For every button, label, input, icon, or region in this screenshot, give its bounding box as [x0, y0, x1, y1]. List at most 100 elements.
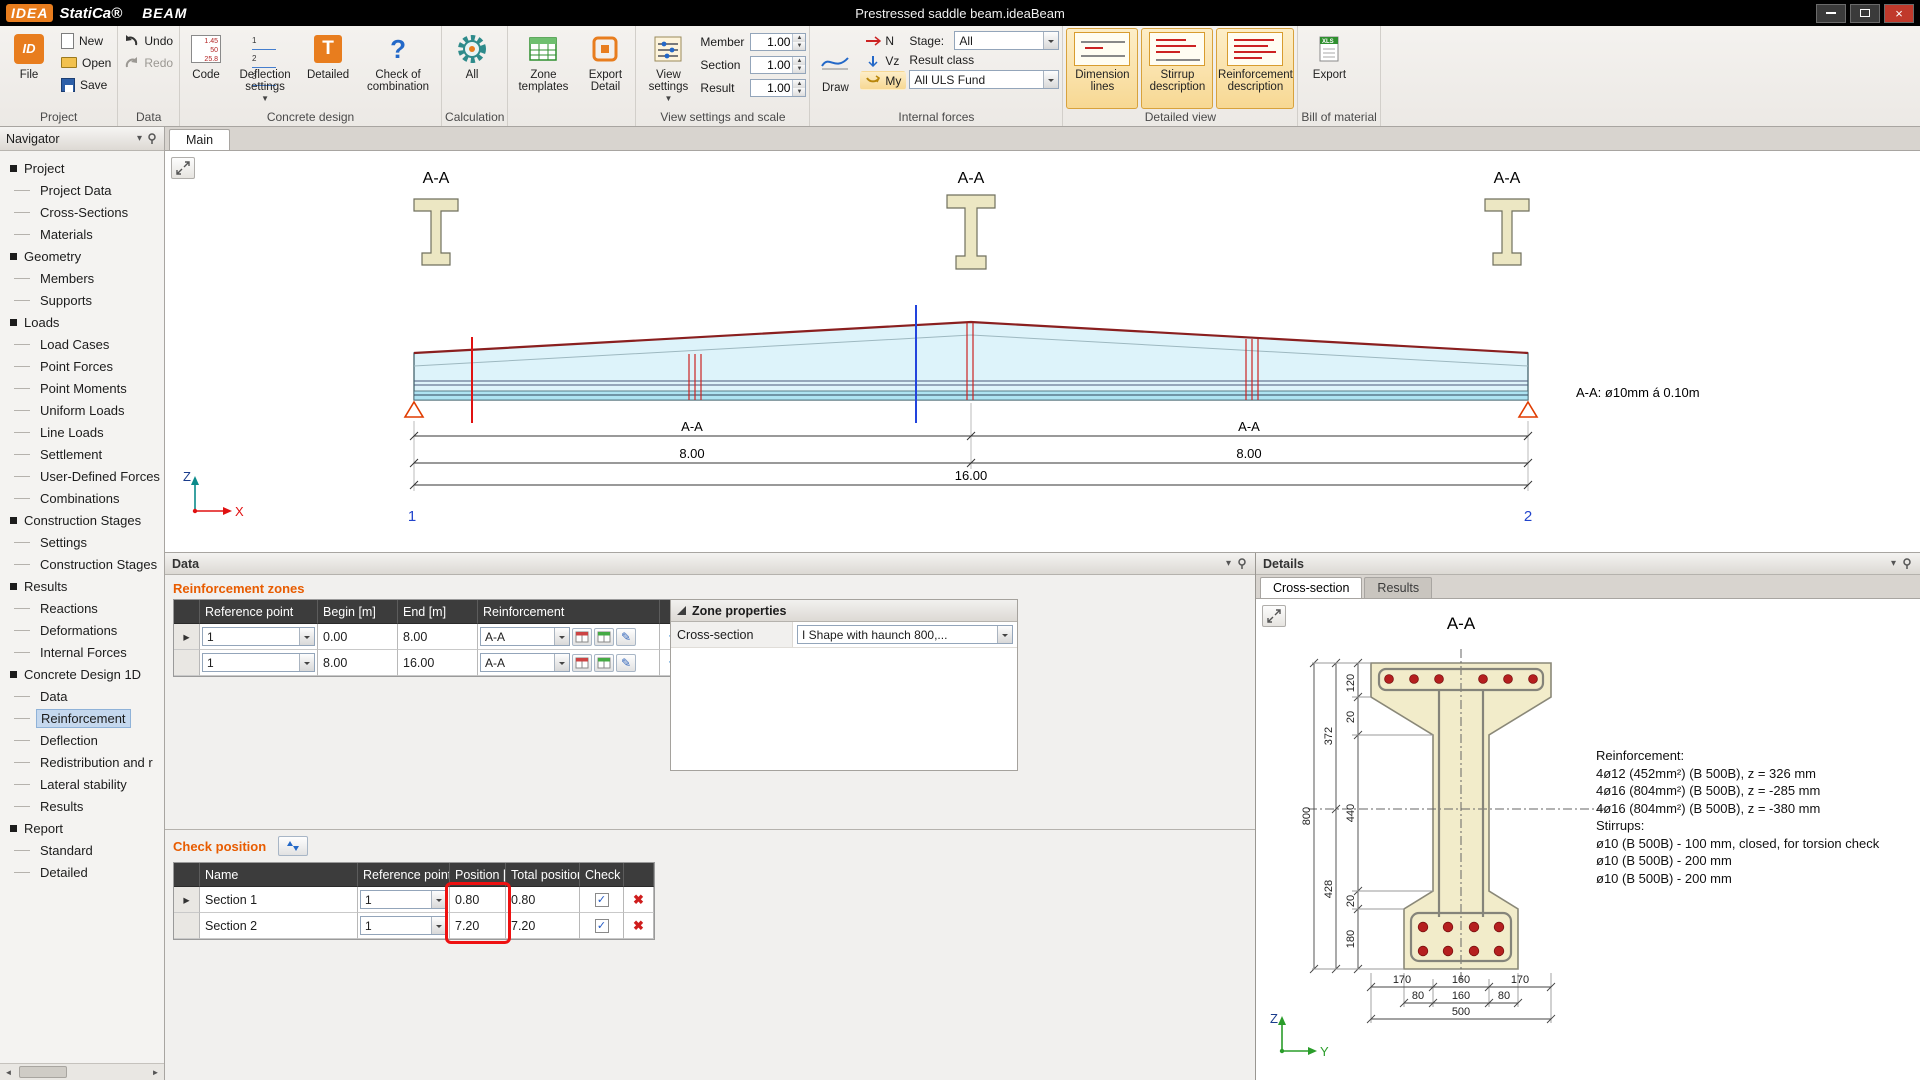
section1-reference-point-dropdown[interactable]: 1 [360, 890, 447, 909]
member-scale-spinner[interactable]: ▲▼ [792, 34, 805, 50]
result-scale-value[interactable] [751, 80, 792, 96]
section-scale-value[interactable] [751, 57, 792, 73]
member-scale-value[interactable] [751, 34, 792, 50]
moment-my-toggle[interactable]: My [860, 71, 906, 90]
section-scale-input[interactable]: ▲▼ [750, 56, 806, 74]
zone1-reference-point-dropdown[interactable]: 1 [202, 627, 315, 646]
section1-check-checkbox[interactable]: ✓ [595, 893, 609, 907]
beam-drawing-area[interactable]: A-A A-A A-A [165, 151, 1920, 553]
export-detail-button[interactable]: Export Detail [578, 28, 632, 109]
nav-members[interactable]: Members [14, 267, 164, 289]
nav-concrete-design-1d[interactable]: Concrete Design 1D [10, 663, 164, 685]
zone1-copy-template-button[interactable] [572, 628, 592, 646]
nav-report-detailed[interactable]: Detailed [14, 861, 164, 883]
nav-cross-sections[interactable]: Cross-Sections [14, 201, 164, 223]
zone2-end[interactable]: 16.00 [398, 650, 478, 676]
beam-body[interactable] [414, 322, 1528, 400]
section1-position[interactable]: 0.80 [450, 887, 506, 913]
nav-report-standard[interactable]: Standard [14, 839, 164, 861]
zone-templates-button[interactable]: Zone templates [511, 28, 575, 109]
nav-cd-lateral-stability[interactable]: Lateral stability [14, 773, 164, 795]
cross-section-dropdown-arrow[interactable] [997, 626, 1012, 643]
nav-loads[interactable]: Loads [10, 311, 164, 333]
stage-dropdown[interactable]: All [954, 31, 1059, 50]
section2-delete-button[interactable]: ✖ [624, 913, 654, 939]
section1-name[interactable]: Section 1 [200, 887, 358, 913]
nav-supports[interactable]: Supports [14, 289, 164, 311]
nav-combinations[interactable]: Combinations [14, 487, 164, 509]
check-of-combination-button[interactable]: ? Check of combination [358, 28, 438, 109]
tab-cross-section[interactable]: Cross-section [1260, 577, 1362, 598]
navigator-collapse-icon[interactable]: ▾ [137, 133, 142, 144]
navigator-pin-icon[interactable] [147, 133, 158, 144]
nav-settlement[interactable]: Settlement [14, 443, 164, 465]
nav-project[interactable]: Project [10, 157, 164, 179]
result-class-dropdown[interactable]: All ULS Fund [909, 70, 1059, 89]
scroll-left-icon[interactable]: ◄ [0, 1068, 17, 1077]
zone-properties-header[interactable]: Zone properties [671, 600, 1017, 622]
reinforcement-description-button[interactable]: Reinforcement description [1216, 28, 1294, 109]
zone1-end[interactable]: 8.00 [398, 624, 478, 650]
minimize-button[interactable] [1816, 4, 1846, 23]
nav-geometry[interactable]: Geometry [10, 245, 164, 267]
check-row-2[interactable]: Section 2 1 7.20 7.20 ✓ ✖ [174, 913, 654, 939]
cross-section-view[interactable]: A-A [1256, 599, 1920, 1080]
deflection-settings-button[interactable]: 1 ———2 ———3 ——— Deflection settings▼ [232, 28, 298, 109]
view-settings-button[interactable]: View settings▼ [639, 28, 697, 109]
scrollbar-thumb[interactable] [19, 1066, 67, 1078]
expand-view-button[interactable] [171, 157, 195, 179]
tab-results[interactable]: Results [1364, 577, 1432, 598]
redo-button[interactable]: Redo [121, 53, 176, 72]
result-scale-input[interactable]: ▲▼ [750, 79, 806, 97]
file-button[interactable]: ID File [3, 28, 55, 109]
section2-total-position[interactable]: 7.20 [506, 913, 580, 939]
force-n-toggle[interactable]: N [860, 31, 906, 50]
calculate-all-button[interactable]: All [445, 28, 499, 109]
force-vz-toggle[interactable]: Vz [860, 51, 906, 70]
section2-check-checkbox[interactable]: ✓ [595, 919, 609, 933]
nav-cd-redistribution[interactable]: Redistribution and r [14, 751, 164, 773]
navigator-hscrollbar[interactable]: ◄ ► [0, 1063, 164, 1080]
detailed-button[interactable]: T Detailed [301, 28, 355, 109]
maximize-button[interactable] [1850, 4, 1880, 23]
nav-user-defined-forces[interactable]: User-Defined Forces [14, 465, 164, 487]
dimension-lines-button[interactable]: Dimension lines [1066, 28, 1138, 109]
zone-row-2[interactable]: 1 8.00 16.00 A-A ✎ [174, 650, 716, 676]
nav-construction-stages[interactable]: Construction Stages [10, 509, 164, 531]
member-scale-input[interactable]: ▲▼ [750, 33, 806, 51]
zone-row-1[interactable]: ▸ 1 0.00 8.00 A-A [174, 624, 716, 650]
nav-uniform-loads[interactable]: Uniform Loads [14, 399, 164, 421]
nav-reactions[interactable]: Reactions [14, 597, 164, 619]
zone1-begin[interactable]: 0.00 [318, 624, 398, 650]
scroll-right-icon[interactable]: ► [147, 1068, 164, 1077]
zone2-save-template-button[interactable] [594, 654, 614, 672]
nav-cd-results[interactable]: Results [14, 795, 164, 817]
zone2-reinforcement-dropdown[interactable]: A-A [480, 653, 570, 672]
nav-cd-deflection[interactable]: Deflection [14, 729, 164, 751]
nav-load-cases[interactable]: Load Cases [14, 333, 164, 355]
nav-point-forces[interactable]: Point Forces [14, 355, 164, 377]
nav-cs-construction-stages[interactable]: Construction Stages [14, 553, 164, 575]
section1-delete-button[interactable]: ✖ [624, 887, 654, 913]
save-button[interactable]: Save [58, 75, 114, 94]
tab-main[interactable]: Main [169, 129, 230, 150]
details-panel-collapse-icon[interactable]: ▾ [1891, 558, 1896, 569]
undo-button[interactable]: Undo [121, 31, 176, 50]
section2-name[interactable]: Section 2 [200, 913, 358, 939]
nav-cd-reinforcement[interactable]: Reinforcement [14, 707, 164, 729]
zone1-reinforcement-dropdown[interactable]: A-A [480, 627, 570, 646]
nav-cd-data[interactable]: Data [14, 685, 164, 707]
result-class-dropdown-arrow[interactable] [1043, 71, 1058, 88]
data-panel-pin-icon[interactable] [1237, 558, 1248, 569]
section2-reference-point-dropdown[interactable]: 1 [360, 916, 447, 935]
close-button[interactable]: × [1884, 4, 1914, 23]
zone1-edit-button[interactable]: ✎ [616, 628, 636, 646]
zone2-copy-template-button[interactable] [572, 654, 592, 672]
zone2-begin[interactable]: 8.00 [318, 650, 398, 676]
details-panel-pin-icon[interactable] [1902, 558, 1913, 569]
new-button[interactable]: New [58, 31, 114, 50]
details-expand-button[interactable] [1262, 605, 1286, 627]
check-position-sync-button[interactable] [278, 836, 308, 856]
nav-point-moments[interactable]: Point Moments [14, 377, 164, 399]
cross-section-dropdown[interactable]: I Shape with haunch 800,... [797, 625, 1013, 644]
